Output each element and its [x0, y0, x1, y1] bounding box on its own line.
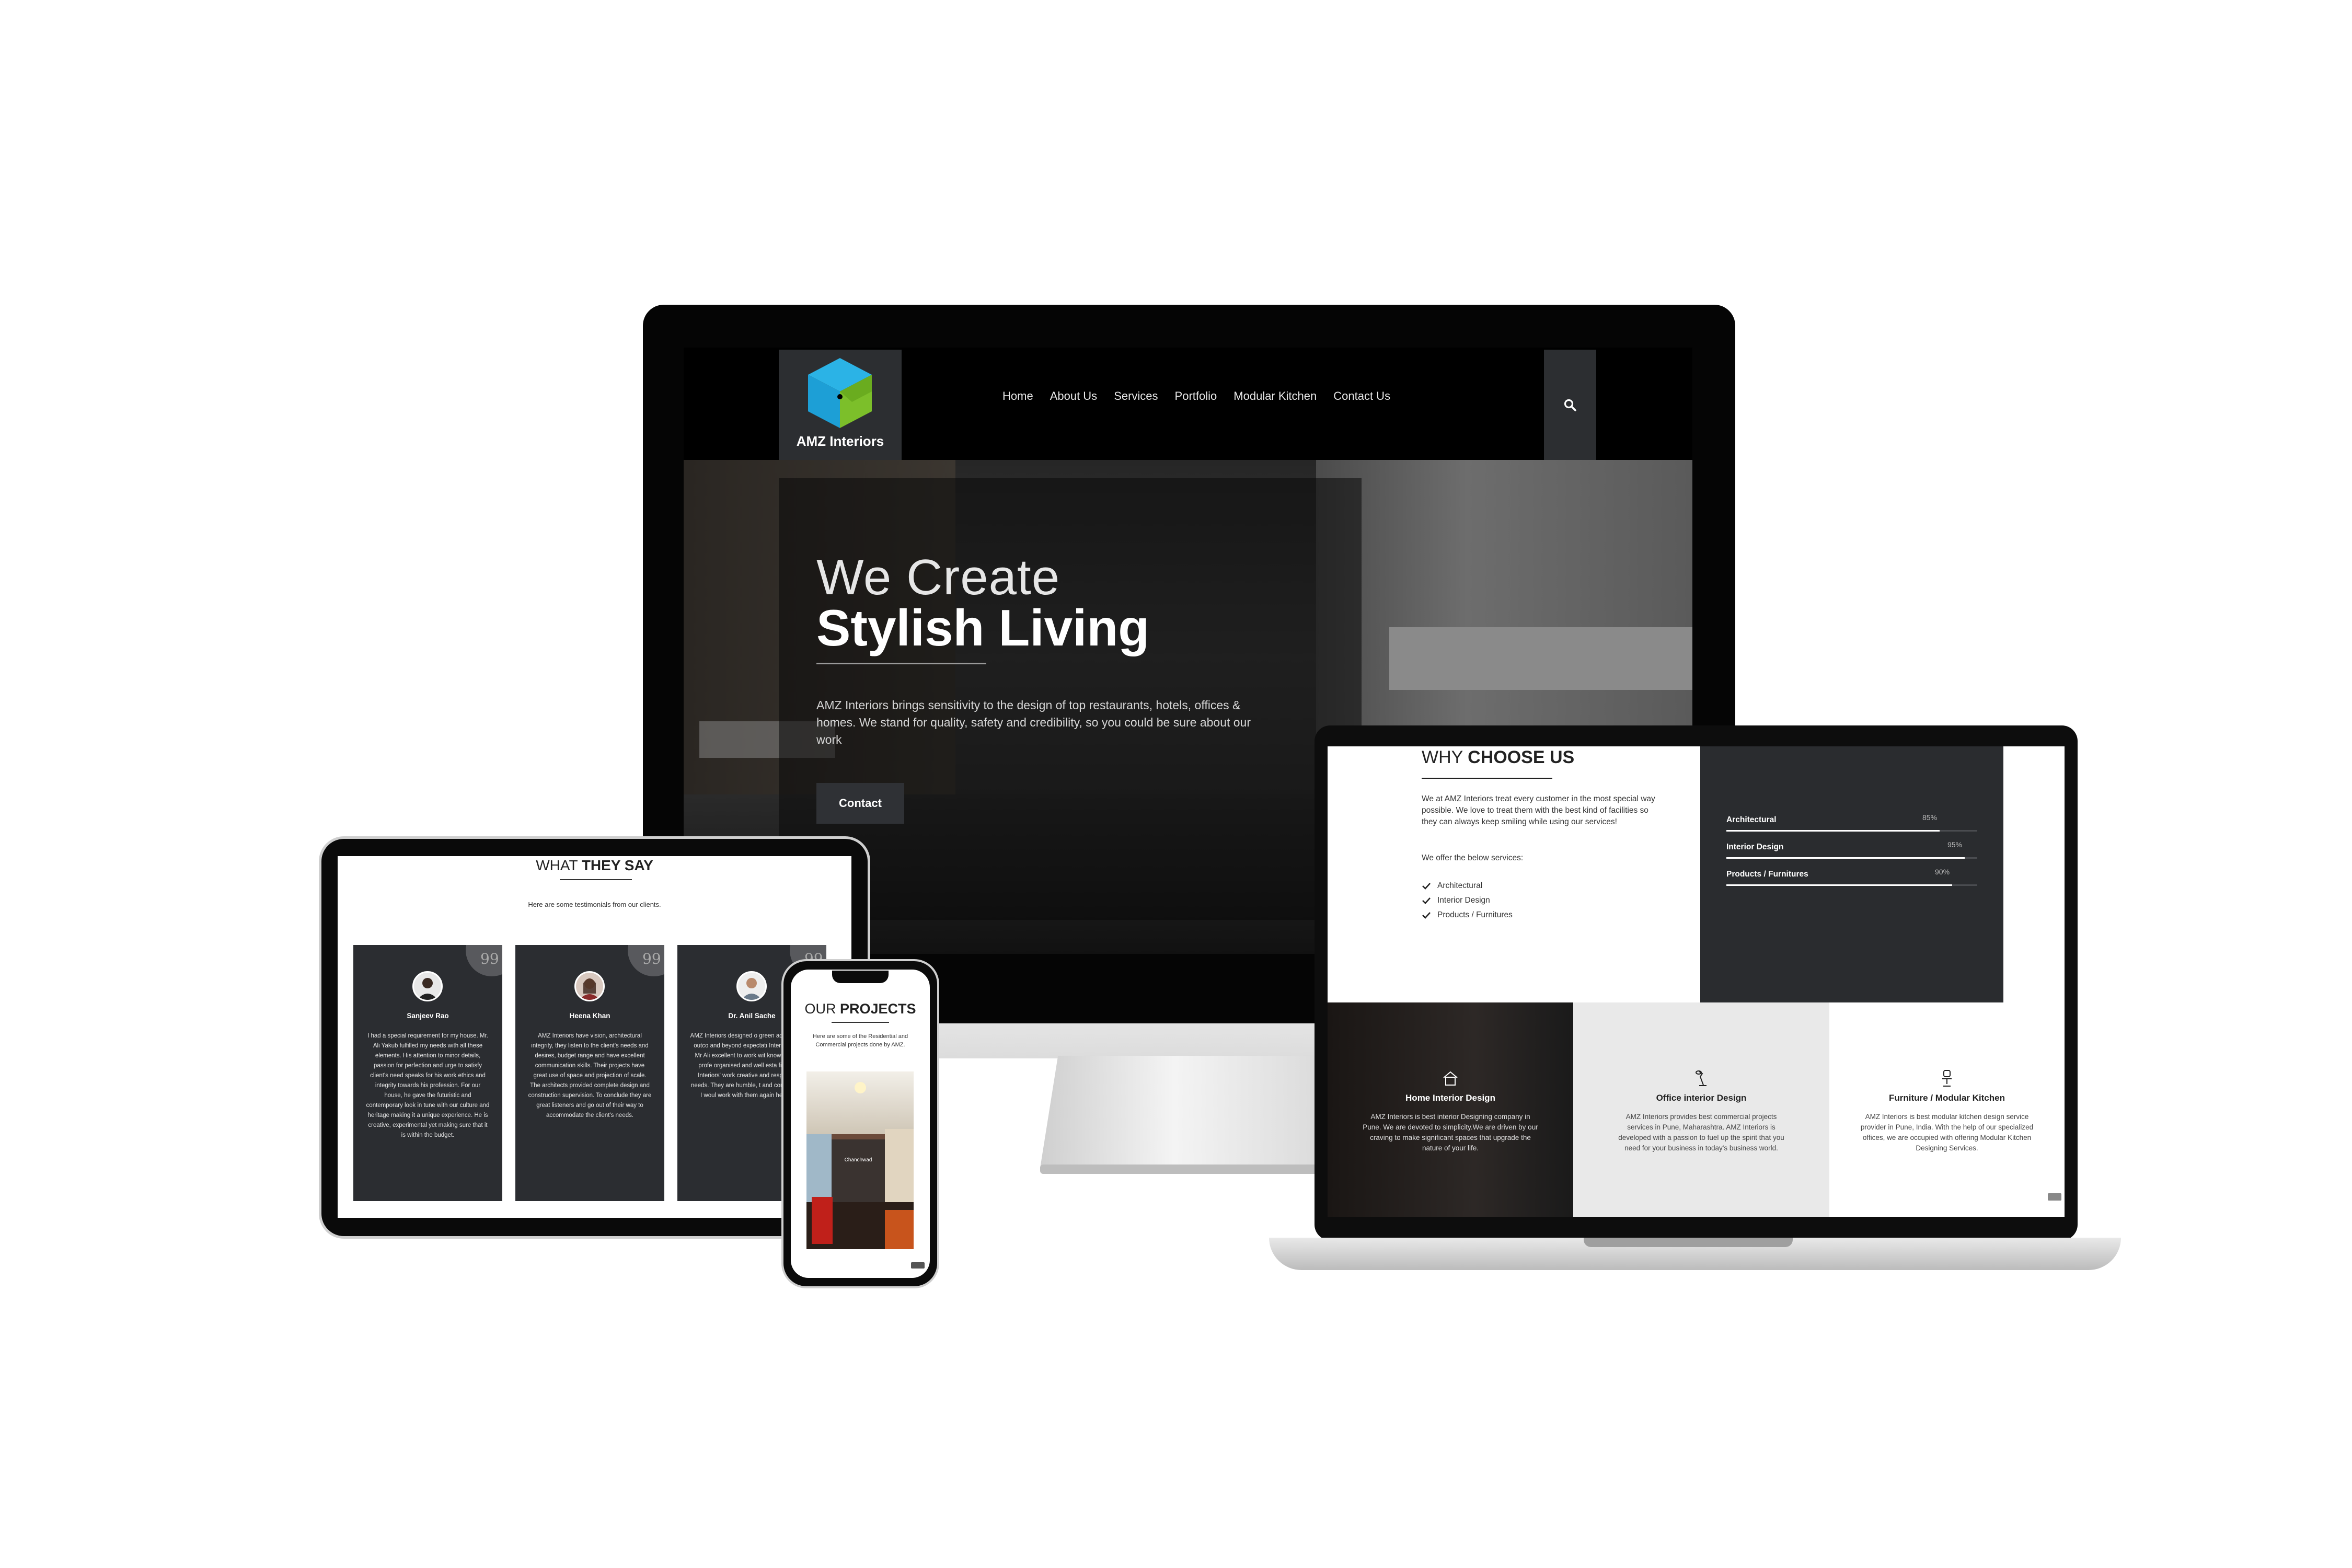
check-icon — [1422, 883, 1431, 890]
testimonials-title: WHAT THEY SAY — [338, 857, 851, 874]
testimonial-name: Sanjeev Rao — [407, 1012, 449, 1020]
offering-title: Home Interior Design — [1405, 1093, 1495, 1103]
skill-percent: 85% — [1922, 813, 1938, 822]
skill-bar — [1726, 884, 1977, 886]
contact-button[interactable]: Contact — [816, 783, 904, 824]
skill-bar-fill — [1726, 830, 1940, 832]
skill-percent: 90% — [1935, 868, 1950, 876]
why-choose-us-title: WHY CHOOSE US — [1422, 747, 1574, 768]
testimonial-card: 99 Heena Khan AMZ Interiors have vision,… — [515, 945, 664, 1201]
service-item: Products / Furnitures — [1422, 910, 1513, 920]
quote-mark: 99 — [480, 950, 499, 967]
scroll-to-top-button[interactable] — [2048, 1193, 2061, 1201]
tablet-screen: WHAT THEY SAY Here are some testimonials… — [338, 856, 851, 1218]
offering-card[interactable]: Office interior Design AMZ Interiors pro… — [1573, 1002, 1829, 1217]
check-icon — [1422, 897, 1431, 904]
nav-services[interactable]: Services — [1114, 389, 1158, 410]
service-item: Architectural — [1422, 881, 1482, 891]
avatar — [574, 971, 605, 1001]
device-mockup-stage: AMZ Interiors Home About Us Services Por… — [0, 0, 2352, 1568]
why-divider — [1422, 778, 1552, 779]
project-chair — [812, 1197, 833, 1244]
imac-stand-base — [1040, 1165, 1338, 1174]
skill-label: Interior Design — [1726, 843, 1784, 851]
site-logo[interactable]: AMZ Interiors — [779, 350, 902, 460]
services-intro: We offer the below services: — [1422, 854, 1524, 862]
quote-icon: 99 — [466, 945, 502, 976]
offering-title: Office interior Design — [1656, 1093, 1747, 1103]
skills-panel: Architectural 85% Interior Design 95% Pr… — [1700, 746, 2003, 1002]
hero-divider — [816, 663, 986, 664]
logo-text: AMZ Interiors — [796, 433, 884, 449]
skill-bar-fill — [1726, 884, 1952, 886]
projects-divider — [832, 1022, 889, 1023]
offering-card[interactable]: Home Interior Design AMZ Interiors is be… — [1328, 1002, 1573, 1217]
laptop-opening-notch — [1584, 1238, 1793, 1247]
offering-desc: AMZ Interiors is best interior Designing… — [1363, 1113, 1538, 1152]
hero-title-light: We Create — [816, 549, 1060, 605]
project-label: Chanchwad — [844, 1157, 872, 1163]
testimonial-name: Heena Khan — [569, 1012, 610, 1020]
hero-title-bold: Stylish Living — [816, 599, 1150, 656]
service-label: Interior Design — [1437, 896, 1490, 905]
imac-stand — [1040, 1056, 1338, 1168]
skill-label: Products / Furnitures — [1726, 870, 1808, 879]
avatar — [412, 971, 443, 1001]
offering-desc: AMZ Interiors provides best commercial p… — [1618, 1113, 1784, 1152]
nav-contact-us[interactable]: Contact Us — [1333, 389, 1390, 410]
project-image[interactable]: Chanchwad — [806, 1071, 914, 1249]
testimonials-divider — [560, 879, 632, 880]
offering-card[interactable]: Furniture / Modular Kitchen AMZ Interior… — [1829, 1002, 2065, 1217]
testimonials-title-bold: THEY SAY — [581, 857, 653, 873]
offering-desc: AMZ Interiors is best modular kitchen de… — [1860, 1113, 2034, 1152]
phone-screen: OUR PROJECTS Here are some of the Reside… — [791, 970, 930, 1278]
project-tv-unit — [832, 1139, 885, 1202]
quote-mark: 99 — [642, 950, 661, 967]
search-icon — [1564, 399, 1576, 411]
skill-percent: 95% — [1947, 840, 1963, 849]
scroll-to-top-button[interactable] — [911, 1262, 925, 1269]
check-icon — [1422, 912, 1431, 919]
testimonials-subtitle: Here are some testimonials from our clie… — [528, 901, 661, 908]
avatar — [736, 971, 767, 1001]
service-label: Products / Furnitures — [1437, 910, 1513, 919]
why-title-light: WHY — [1422, 747, 1468, 767]
skill-bar-fill — [1726, 857, 1965, 859]
site-header: AMZ Interiors Home About Us Services Por… — [684, 348, 1692, 460]
project-ceiling — [806, 1071, 914, 1134]
nav-modular-kitchen[interactable]: Modular Kitchen — [1233, 389, 1317, 410]
main-nav: Home About Us Services Portfolio Modular… — [1002, 389, 1390, 410]
testimonial-text: I had a special requirement for my house… — [366, 1033, 490, 1138]
why-description: We at AMZ Interiors treat every customer… — [1422, 794, 1655, 826]
projects-subtitle: Here are some of the Residential and Com… — [812, 1033, 908, 1048]
projects-title-bold: PROJECTS — [839, 1001, 916, 1017]
testimonial-card: 99 Sanjeev Rao I had a special requireme… — [353, 945, 502, 1201]
chair-icon — [1936, 1068, 1957, 1089]
skill-bar — [1726, 830, 1977, 832]
hero-bg-window — [1389, 627, 1692, 690]
skill-label: Architectural — [1726, 815, 1777, 824]
project-light — [855, 1082, 866, 1093]
nav-home[interactable]: Home — [1002, 389, 1033, 410]
testimonials-title-light: WHAT — [536, 857, 582, 873]
why-title-bold: CHOOSE US — [1468, 747, 1575, 767]
quote-icon: 99 — [628, 945, 664, 976]
offering-title: Furniture / Modular Kitchen — [1889, 1093, 2005, 1103]
nav-portfolio[interactable]: Portfolio — [1175, 389, 1217, 410]
service-label: Architectural — [1437, 881, 1483, 890]
home-icon — [1440, 1068, 1461, 1089]
projects-title: OUR PROJECTS — [791, 1001, 930, 1017]
service-item: Interior Design — [1422, 896, 1490, 905]
skill-bar — [1726, 857, 1977, 859]
offerings-row: Home Interior Design AMZ Interiors is be… — [1328, 1002, 2065, 1217]
nav-about-us[interactable]: About Us — [1050, 389, 1098, 410]
phone-notch — [832, 971, 889, 983]
project-rug — [885, 1210, 914, 1249]
testimonial-text: AMZ Interiors have vision, architectural… — [528, 1033, 652, 1119]
hero-description: AMZ Interiors brings sensitivity to the … — [816, 698, 1251, 746]
search-button[interactable] — [1544, 350, 1596, 460]
laptop-screen: WHY CHOOSE US We at AMZ Interiors treat … — [1328, 746, 2065, 1217]
desk-lamp-icon — [1691, 1068, 1712, 1089]
projects-title-light: OUR — [804, 1001, 840, 1017]
